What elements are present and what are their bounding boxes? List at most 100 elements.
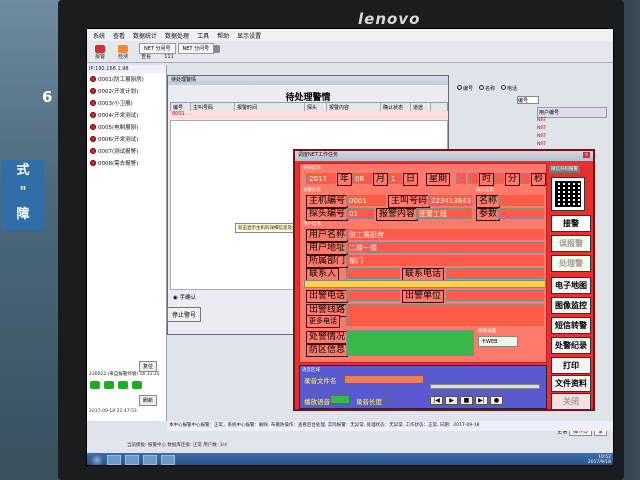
sms-forward-button[interactable]: 短信转警 bbox=[551, 317, 591, 334]
dept-field[interactable]: 部门 bbox=[346, 255, 544, 266]
name-field[interactable] bbox=[498, 195, 544, 206]
hour-field[interactable] bbox=[468, 173, 478, 184]
dispatch-phone-label: 出警电话 bbox=[306, 290, 349, 303]
minute-field[interactable] bbox=[494, 173, 504, 184]
handle-alarm-button[interactable]: 处理警 bbox=[551, 255, 591, 272]
probe-field[interactable]: 01 bbox=[346, 208, 374, 219]
voice-record-button[interactable]: ● bbox=[490, 396, 503, 405]
false-alarm-button[interactable]: 误报警 bbox=[551, 235, 591, 252]
voice-prev-button[interactable]: |◀ bbox=[430, 396, 443, 405]
voice-next-button[interactable]: ▶| bbox=[475, 396, 488, 405]
radio-icon bbox=[501, 85, 507, 90]
param-field[interactable] bbox=[498, 208, 544, 219]
check-tool-button[interactable]: 检测 bbox=[113, 43, 133, 61]
list-item[interactable]: 0004(开发测试) bbox=[87, 109, 166, 121]
table-row[interactable]: 0001 bbox=[170, 111, 448, 119]
monitor-screen: 系统 查看 数据统计 数据处理 工具 帮助 显示设置 报警 检测 查看 111 … bbox=[86, 28, 614, 466]
confirm-checkbox[interactable]: ◉ 手确认 bbox=[173, 293, 196, 301]
menu-item[interactable]: 数据统计 bbox=[133, 31, 157, 40]
file-data-button[interactable]: 文件资料 bbox=[551, 375, 591, 392]
weekday-label: 星期 bbox=[426, 173, 451, 186]
alarm-dot-icon bbox=[90, 100, 96, 106]
handle-field[interactable] bbox=[346, 330, 474, 356]
content-field[interactable]: 匪警工程 bbox=[416, 208, 472, 219]
tab-net[interactable]: NET 分问号 bbox=[177, 43, 215, 54]
user-addr-label: 用户地址 bbox=[306, 242, 349, 255]
dispatch-band bbox=[304, 280, 546, 288]
table-row[interactable]: NRT bbox=[537, 134, 607, 142]
menu-item[interactable]: 查看 bbox=[113, 31, 125, 40]
map-select[interactable]: 卡WEB bbox=[478, 336, 518, 347]
month-field[interactable]: 08 bbox=[352, 173, 372, 184]
menu-item[interactable]: 数据处理 bbox=[165, 31, 189, 40]
list-item[interactable]: 0008(需去报警) bbox=[87, 157, 166, 169]
dispatch-record-button[interactable]: 处警纪录 bbox=[551, 337, 591, 354]
search-mode-radios: 编号 名称 电话 bbox=[457, 85, 517, 92]
menu-item[interactable]: 系统 bbox=[93, 31, 105, 40]
list-item[interactable]: 0005(电制展厨) bbox=[87, 121, 166, 133]
alarm-tool-button[interactable]: 报警 bbox=[90, 43, 110, 61]
electronic-map-button[interactable]: 电子地图 bbox=[551, 277, 591, 294]
alarm-form: 时间信息 2017 年 08 月 1 日 星期 时 分 秒 报警信息 主机编号 … bbox=[299, 163, 547, 363]
table-row[interactable]: NRT bbox=[537, 126, 607, 134]
year-field[interactable]: 2017 bbox=[306, 173, 336, 184]
voice-controls: |◀ ▶ ■ ▶| ● bbox=[430, 396, 503, 405]
weekday-field[interactable] bbox=[456, 173, 466, 184]
taskbar-clock[interactable]: 10:52 2017/9/18 bbox=[588, 455, 611, 465]
contact-phone-field[interactable] bbox=[446, 268, 544, 279]
list-item[interactable]: 0001(防工展厨房) bbox=[87, 73, 166, 85]
alarm-host-list-panel: IP:192.168.1.98 0001(防工展厨房) 0002(开发计划) 0… bbox=[87, 65, 167, 421]
close-button[interactable]: 关闭 bbox=[551, 393, 591, 410]
user-addr-field[interactable]: 二楼一楼 bbox=[346, 242, 544, 253]
taskbar-app-icon[interactable] bbox=[125, 455, 139, 465]
dispatch-route-field[interactable] bbox=[346, 304, 544, 326]
voice-stop-button[interactable]: ■ bbox=[460, 396, 473, 405]
contact-field[interactable] bbox=[346, 268, 400, 279]
section-user: 用户信息 bbox=[303, 222, 321, 227]
user-name-field[interactable]: 防工展厨房 bbox=[346, 229, 544, 240]
voice-file-label: 录音文件名 bbox=[304, 377, 337, 385]
search-select[interactable]: 编号 bbox=[517, 96, 539, 104]
caller-field[interactable]: 223413843 bbox=[428, 195, 472, 206]
menu-item[interactable]: 显示设置 bbox=[237, 31, 261, 40]
qr-label: 微信扫码报警 bbox=[549, 165, 580, 173]
radio-id[interactable]: 编号 bbox=[457, 85, 473, 92]
print-button[interactable]: 打印 bbox=[551, 357, 591, 374]
close-icon[interactable]: × bbox=[583, 152, 590, 158]
voice-progress-slider[interactable] bbox=[430, 384, 540, 389]
refresh-button[interactable]: 刷新 bbox=[139, 395, 158, 406]
taskbar-app-icon[interactable] bbox=[143, 455, 157, 465]
radio-phone[interactable]: 电话 bbox=[501, 85, 517, 92]
image-monitor-button[interactable]: 图像监控 bbox=[551, 297, 591, 314]
menu-item[interactable]: 帮助 bbox=[217, 31, 229, 40]
minute-label: 分 bbox=[505, 173, 521, 186]
voice-status-label: 录音长度 bbox=[356, 398, 382, 406]
dispatch-unit-field[interactable] bbox=[446, 290, 544, 301]
taskbar-app-icon[interactable] bbox=[161, 455, 175, 465]
second-field[interactable] bbox=[520, 173, 530, 184]
radio-name[interactable]: 名称 bbox=[479, 85, 495, 92]
more-phones-button[interactable]: 更多电话 bbox=[306, 315, 340, 328]
start-button-icon[interactable] bbox=[91, 454, 103, 465]
accept-alarm-button[interactable]: 接警 bbox=[551, 215, 591, 232]
voice-play-field[interactable] bbox=[330, 395, 350, 404]
reset-button[interactable]: 复位 bbox=[139, 361, 158, 372]
taskbar-app-icon[interactable] bbox=[107, 455, 121, 465]
voice-play-label: 播放语音 bbox=[304, 398, 330, 406]
host-id-field[interactable]: 0001 bbox=[346, 195, 386, 206]
day-field[interactable]: 1 bbox=[388, 173, 402, 184]
wall-number: 6 bbox=[42, 88, 53, 106]
menu-item[interactable]: 工具 bbox=[197, 31, 209, 40]
voice-play-button[interactable]: ▶ bbox=[445, 396, 458, 405]
list-item[interactable]: 0006(开发测试) bbox=[87, 133, 166, 145]
dispatch-phone-field[interactable] bbox=[346, 290, 400, 301]
table-row[interactable]: NRT bbox=[537, 118, 607, 126]
stop-alarm-button[interactable]: 停止警号 bbox=[167, 307, 202, 322]
voice-file-field[interactable] bbox=[344, 375, 424, 384]
host-id-label: 主机编号 bbox=[306, 195, 349, 208]
list-item[interactable]: 0003(小卫展) bbox=[87, 97, 166, 109]
second-label: 秒 bbox=[531, 173, 547, 186]
list-item[interactable]: 0002(开发计划) bbox=[87, 85, 166, 97]
tab-net[interactable]: NET 分问号 bbox=[139, 43, 176, 54]
list-item[interactable]: 0007(测试报警) bbox=[87, 145, 166, 157]
